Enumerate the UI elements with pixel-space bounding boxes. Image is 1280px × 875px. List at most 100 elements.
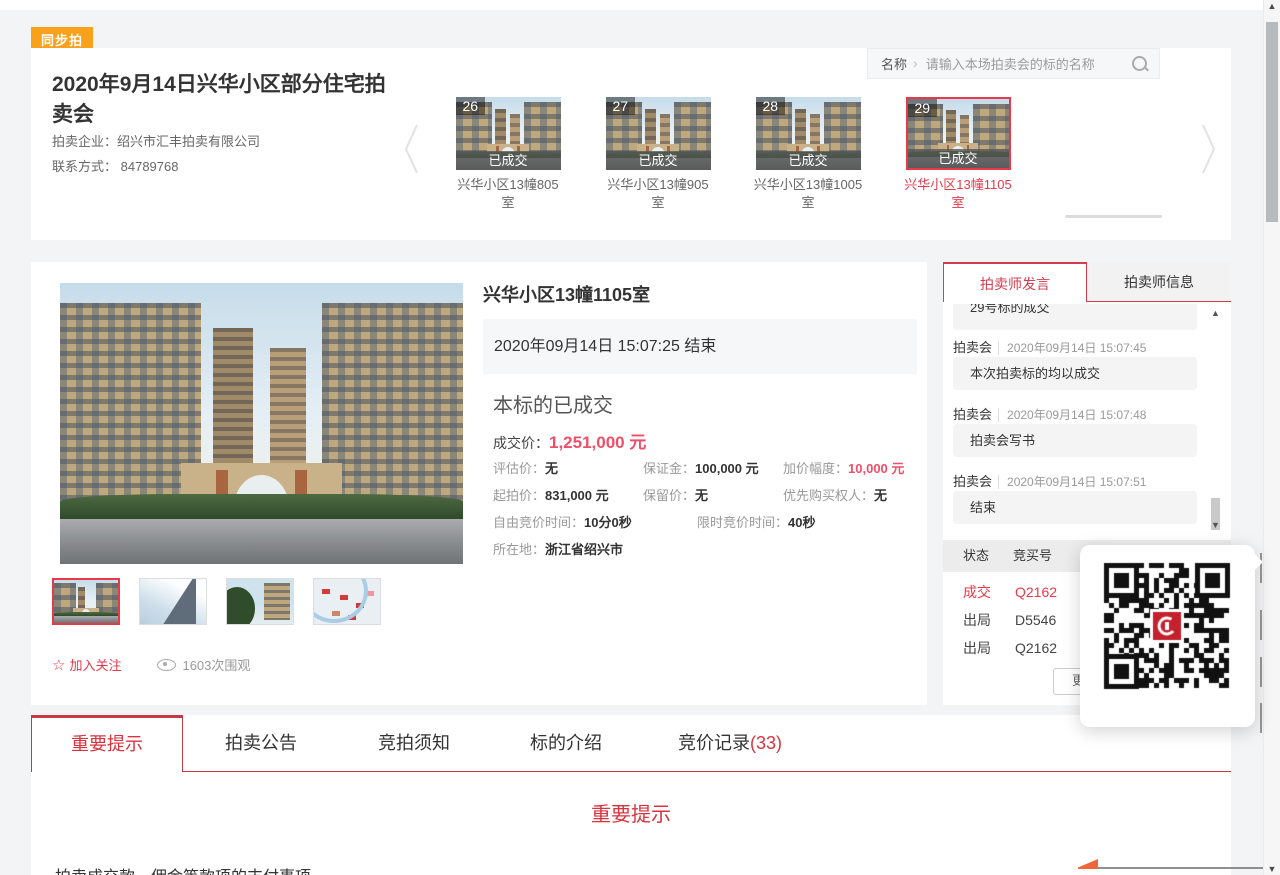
lot-search-box[interactable]: 名称 › 请输入本场拍卖会的标的名称 (867, 48, 1160, 79)
lot-thumbnail-photo[interactable]: 28 已成交 (756, 97, 861, 170)
lot-thumbnail-photo[interactable]: 27 已成交 (606, 97, 711, 170)
deal-price: 成交价：1,251,000 元 (493, 428, 646, 453)
lot-detail-card: 兴华小区13幢1105室 2020年09月14日 15:07:25 结束 本标的… (31, 262, 927, 705)
field-priority-buyer: 优先购买权人：无 (783, 485, 887, 504)
chat-message-clipped: 29号标的成交 (953, 304, 1197, 330)
chat-message: 本次拍卖标的均以成交 (953, 357, 1197, 390)
lot-main-photo (60, 283, 463, 564)
chat-scroll-up-icon[interactable]: ▲ (1211, 308, 1220, 318)
chat-message-meta: 拍卖会 2020年09月14日 15:07:45 (953, 337, 1146, 356)
carousel-next-button[interactable] (1201, 123, 1217, 175)
chevron-right-icon: › (913, 55, 918, 71)
side-toolbar-divider (1260, 703, 1262, 733)
chat-time: 2020年09月14日 15:07:45 (998, 341, 1146, 355)
photo-thumb-3[interactable] (226, 578, 294, 625)
search-input[interactable]: 请输入本场拍卖会的标的名称 (926, 54, 1131, 73)
lot-number-badge: 27 (606, 97, 636, 115)
photo-thumb-1-selected[interactable] (52, 578, 120, 625)
lot-status-overlay: 已成交 (908, 149, 1009, 168)
company-value: 绍兴市汇丰拍卖有限公司 (117, 134, 260, 149)
col-status: 状态 (963, 540, 989, 572)
chat-message: 结束 (953, 491, 1197, 524)
lot-thumbnail-photo[interactable]: 29 已成交 (906, 97, 1011, 170)
carousel-item[interactable]: 28 已成交 兴华小区13幢1005室 (752, 97, 864, 211)
lot-number-badge: 28 (756, 97, 786, 115)
contact-label: 联系方式： (52, 159, 117, 174)
lot-end-time: 2020年09月14日 15:07:25 结束 (483, 319, 917, 374)
lot-number-badge: 29 (908, 99, 938, 117)
detail-tabs-card: 重要提示 拍卖公告 竞拍须知 标的介绍 竞价记录(33) 重要提示 拍卖成交款、… (31, 715, 1231, 875)
auction-title: 2020年9月14日兴华小区部分住宅拍卖会 (52, 70, 392, 131)
lot-thumbnail-photo[interactable]: 26 已成交 (456, 97, 561, 170)
col-bidder: 竞买号 (1013, 540, 1052, 572)
follow-row: ☆ 加入关注 1603次围观 (52, 655, 250, 674)
auction-company: 拍卖企业：绍兴市汇丰拍卖有限公司 (52, 131, 260, 150)
field-limited-bid-time: 限时竞价时间：40秒 (697, 512, 815, 531)
company-label: 拍卖企业： (52, 134, 117, 149)
scroll-down-icon[interactable]: ▼ (1264, 864, 1280, 874)
divider-line (1097, 867, 1264, 869)
lot-status-overlay: 已成交 (606, 151, 711, 170)
tab-auction-announcement[interactable]: 拍卖公告 (225, 715, 297, 772)
auction-contact: 联系方式： 84789768 (52, 156, 178, 175)
tab-lot-introduction[interactable]: 标的介绍 (530, 715, 602, 772)
field-reserve-price: 保留价：无 (643, 485, 708, 504)
lot-title: 兴华小区13幢1105室 (483, 281, 650, 307)
chat-sender: 拍卖会 (953, 407, 992, 422)
tab-bid-records[interactable]: 竞价记录(33) (678, 715, 782, 772)
lot-thumbnail-label[interactable]: 兴华小区13幢805室 (452, 176, 564, 211)
lot-status-overlay: 已成交 (756, 151, 861, 170)
views-label: 1603次围观 (182, 655, 250, 674)
carousel-scroll-indicator[interactable] (1065, 215, 1162, 218)
top-strip (0, 0, 1280, 10)
lot-thumbnail-label[interactable]: 兴华小区13幢1105室 (902, 176, 1014, 211)
search-category-label[interactable]: 名称 (881, 54, 907, 73)
tab-bidding-instructions[interactable]: 竞拍须知 (378, 715, 450, 772)
chat-message-meta: 拍卖会 2020年09月14日 15:07:51 (953, 471, 1146, 490)
chat-message-meta: 拍卖会 2020年09月14日 15:07:48 (953, 404, 1146, 423)
carousel-item[interactable]: 27 已成交 兴华小区13幢905室 (602, 97, 714, 211)
photo-thumb-2[interactable] (139, 578, 207, 625)
tab-underline (183, 771, 1231, 772)
carousel-prev-button[interactable] (403, 123, 419, 175)
chat-time: 2020年09月14日 15:07:51 (998, 475, 1146, 489)
tab-auctioneer-info[interactable]: 拍卖师信息 (1087, 262, 1231, 302)
auction-page: 同步拍 2020年9月14日兴华小区部分住宅拍卖会 拍卖企业：绍兴市汇丰拍卖有限… (0, 0, 1280, 875)
views-counter: 1603次围观 (157, 655, 250, 674)
tab-auctioneer-speech[interactable]: 拍卖师发言 (943, 262, 1087, 302)
eye-icon (157, 659, 176, 671)
deal-price-label: 成交价： (493, 435, 549, 451)
carousel-item-selected[interactable]: 29 已成交 兴华小区13幢1105室 (902, 97, 1014, 211)
side-toolbar-divider (1260, 657, 1262, 687)
chat-time: 2020年09月14日 15:07:48 (998, 408, 1146, 422)
field-increment: 加价幅度：10,000 元 (783, 458, 904, 477)
field-appraisal: 评估价：无 (493, 458, 558, 477)
chat-sender: 拍卖会 (953, 474, 992, 489)
bid-records-count: (33) (750, 733, 782, 753)
page-scrollbar-thumb[interactable] (1266, 22, 1278, 222)
chevron-right-icon (1201, 123, 1217, 175)
scroll-up-icon[interactable]: ▲ (1264, 1, 1280, 11)
search-icon[interactable] (1131, 55, 1149, 73)
photo-thumb-4-map[interactable] (313, 578, 381, 625)
lot-thumbnail-label[interactable]: 兴华小区13幢905室 (602, 176, 714, 211)
notice-first-line: 拍卖成交款、佣金等款项的支付事项 (55, 863, 311, 875)
follow-button[interactable]: 加入关注 (69, 655, 121, 674)
carousel-item[interactable]: 26 已成交 兴华小区13幢805室 (452, 97, 564, 211)
qr-popup (1080, 545, 1255, 727)
deal-price-value: 1,251,000 元 (549, 433, 646, 452)
lot-thumbnail-label[interactable]: 兴华小区13幢1005室 (752, 176, 864, 211)
chat-sender: 拍卖会 (953, 340, 992, 355)
side-toolbar-divider (1260, 610, 1262, 640)
field-deposit: 保证金：100,000 元 (643, 458, 759, 477)
field-location: 所在地：浙江省绍兴市 (493, 539, 623, 558)
contact-value: 84789768 (121, 159, 179, 174)
tab-important-notice[interactable]: 重要提示 (31, 715, 183, 772)
chat-scroll-down-icon[interactable]: ▼ (1211, 520, 1220, 530)
page-scrollbar[interactable]: ▲ ▼ (1263, 0, 1280, 875)
lot-status-text: 本标的已成交 (493, 389, 613, 418)
qr-code (1097, 556, 1237, 696)
field-free-bid-time: 自由竞价时间：10分0秒 (493, 512, 632, 531)
notice-heading: 重要提示 (31, 798, 1231, 827)
star-icon: ☆ (52, 656, 65, 674)
